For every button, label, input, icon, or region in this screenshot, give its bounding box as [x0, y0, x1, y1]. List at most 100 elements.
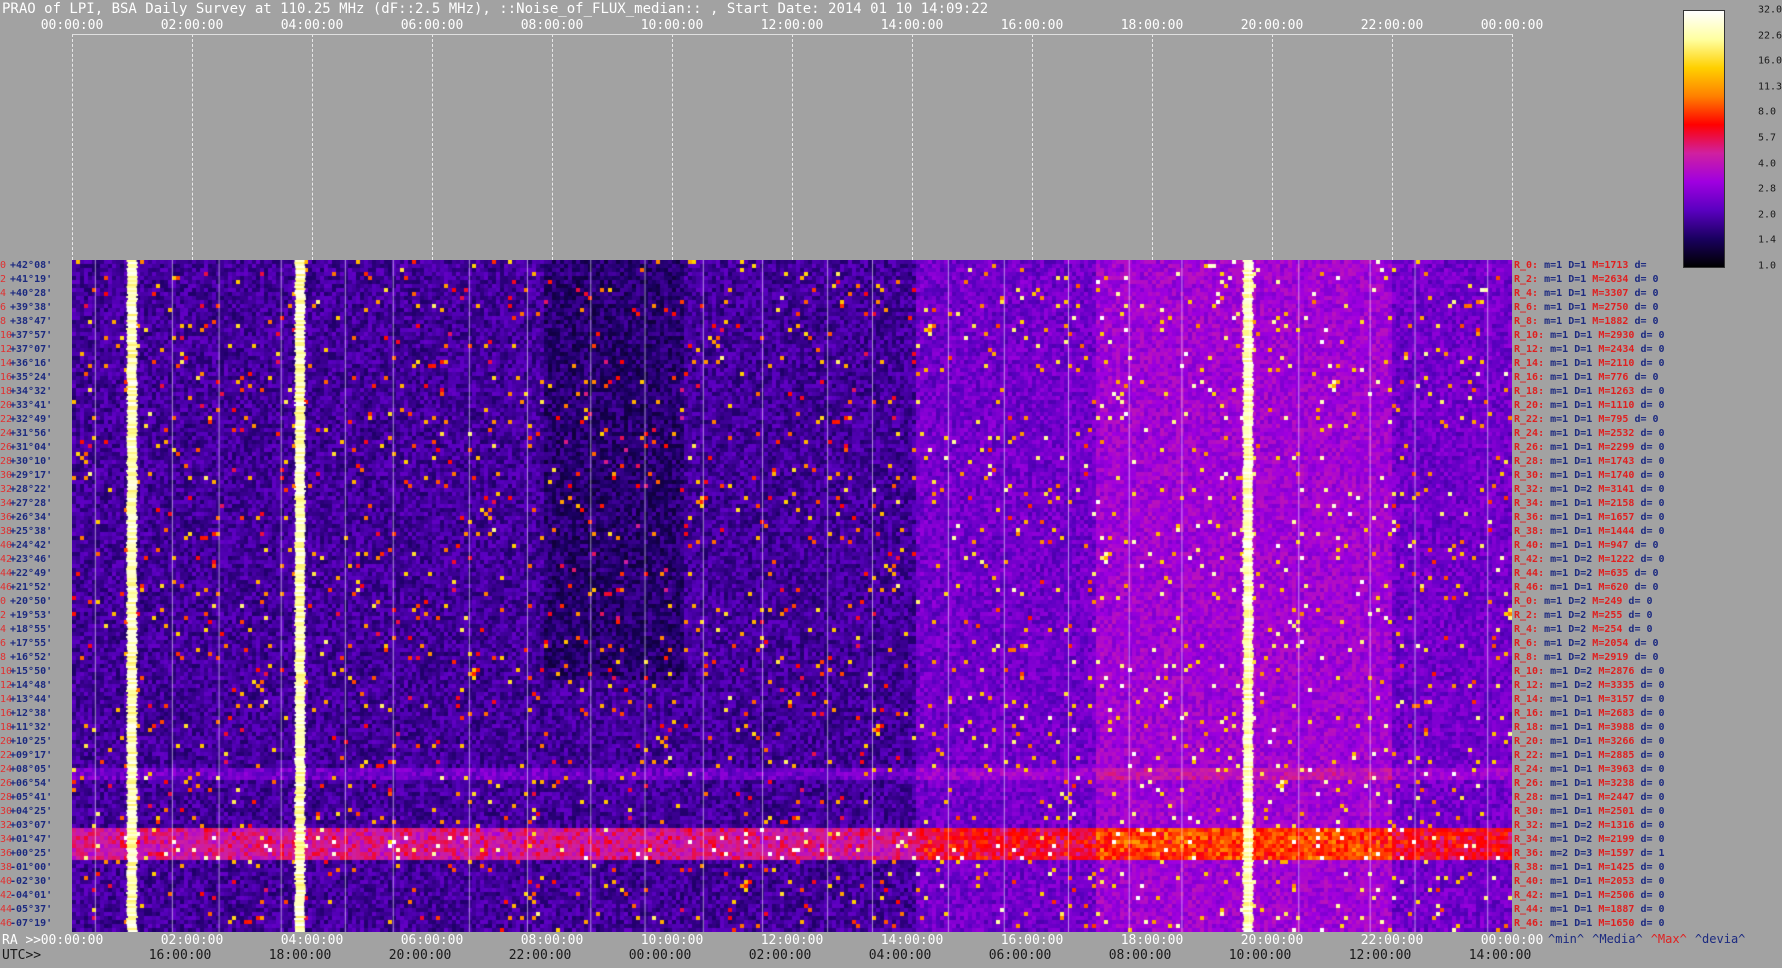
- declination-value: -02°30': [10, 876, 53, 887]
- declination-label: 40-02°30': [0, 876, 52, 888]
- row-stat: R_8: m=1 D=1 M=1882 d= 0: [1514, 316, 1659, 330]
- row-stat-id: R_20:: [1514, 736, 1545, 747]
- row-stat-median: D=1: [1568, 694, 1593, 705]
- row-stat-median: D=2: [1568, 484, 1593, 495]
- row-stat-id: R_28:: [1514, 792, 1545, 803]
- declination-index: 18: [0, 386, 13, 397]
- legend-entry: ^Max^: [1650, 932, 1687, 946]
- row-stat-max: M=2634: [1586, 274, 1629, 285]
- row-stat: R_28: m=1 D=1 M=2447 d= 0: [1514, 792, 1665, 806]
- row-stat: R_40: m=1 D=1 M=2053 d= 0: [1514, 876, 1665, 890]
- top-tick-label: 14:00:00: [880, 18, 944, 33]
- row-stat-min: m=1: [1538, 316, 1563, 327]
- row-stat-id: R_22:: [1514, 750, 1545, 761]
- row-stat-min: m=1: [1544, 694, 1569, 705]
- colorbar-tick-label: 11.3: [1758, 81, 1782, 93]
- row-stat-min: m=1: [1544, 722, 1569, 733]
- row-stat-devia: d= 0: [1634, 750, 1665, 761]
- declination-label: 32+28°22': [0, 484, 52, 496]
- row-stat-id: R_16:: [1514, 372, 1545, 383]
- colorbar: [1683, 10, 1725, 268]
- row-stat-devia: d= 0: [1634, 736, 1665, 747]
- row-stat-median: D=1: [1568, 708, 1593, 719]
- row-stat-devia: d= 0: [1634, 876, 1665, 887]
- colorbar-tick-label: 8.0: [1758, 106, 1777, 118]
- declination-label: 38+25°38': [0, 526, 52, 538]
- row-stat-min: m=1: [1538, 302, 1563, 313]
- declination-label: 0 +20°50': [0, 596, 52, 608]
- row-stat-id: R_2:: [1514, 610, 1539, 621]
- row-stat-id: R_38:: [1514, 862, 1545, 873]
- declination-index: 34: [0, 834, 13, 845]
- declination-label: 42-04°01': [0, 890, 52, 902]
- grid-line: [72, 34, 1512, 35]
- declination-index: 14: [0, 358, 13, 369]
- row-stat: R_36: m=1 D=1 M=1657 d= 0: [1514, 512, 1665, 526]
- declination-label: 26+31°04': [0, 442, 52, 454]
- row-stats-labels: R_0: m=1 D=1 M=1713 d= R_2: m=1 D=1 M=263…: [1514, 260, 1782, 932]
- row-stat-max: M=3335: [1592, 680, 1635, 691]
- row-stat: R_30: m=1 D=1 M=2501 d= 0: [1514, 806, 1665, 820]
- top-tick-label: 04:00:00: [280, 18, 344, 33]
- declination-value: +30°10': [10, 456, 53, 467]
- row-stat-max: M=2199: [1592, 834, 1635, 845]
- declination-index: 16: [0, 708, 13, 719]
- row-stat-devia: d= 0: [1634, 918, 1665, 929]
- declination-index: 2: [0, 610, 7, 621]
- row-stat-min: m=1: [1544, 540, 1569, 551]
- row-stat-min: m=1: [1538, 652, 1563, 663]
- row-stat-id: R_42:: [1514, 554, 1545, 565]
- row-stat-min: m=1: [1544, 330, 1569, 341]
- row-stat-devia: d= 0: [1634, 386, 1665, 397]
- row-stat-median: D=1: [1568, 456, 1593, 467]
- row-stat-median: D=1: [1568, 778, 1593, 789]
- row-stat-median: D=1: [1568, 764, 1593, 775]
- row-stat-devia: d= 0: [1634, 862, 1665, 873]
- utc-tick-label: 22:00:00: [508, 948, 572, 963]
- row-stat-min: m=1: [1544, 708, 1569, 719]
- colorbar-tick-label: 22.6: [1758, 30, 1782, 42]
- grid-line: [1512, 34, 1513, 260]
- declination-label: 30+29°17': [0, 470, 52, 482]
- declination-label: 46-07°19': [0, 918, 52, 930]
- row-stat-min: m=1: [1538, 274, 1563, 285]
- row-stat: R_8: m=1 D=2 M=2919 d= 0: [1514, 652, 1659, 666]
- utc-tick-label: 02:00:00: [748, 948, 812, 963]
- declination-index: 34: [0, 498, 13, 509]
- row-stat-median: D=2: [1568, 820, 1593, 831]
- row-stat-min: m=1: [1538, 596, 1563, 607]
- declination-label: 2 +41°19': [0, 274, 52, 286]
- row-stat-id: R_32:: [1514, 484, 1545, 495]
- row-stat-devia: d= 0: [1634, 442, 1665, 453]
- declination-value: +26°34': [10, 512, 53, 523]
- row-stat-min: m=1: [1544, 344, 1569, 355]
- declination-label: 16+12°38': [0, 708, 52, 720]
- row-stat-max: M=2501: [1592, 806, 1635, 817]
- top-tick-label: 06:00:00: [400, 18, 464, 33]
- row-stat-devia: d= 0: [1634, 792, 1665, 803]
- row-stat-max: M=3307: [1586, 288, 1629, 299]
- declination-value: +15°50': [10, 666, 53, 677]
- row-stat-id: R_18:: [1514, 386, 1545, 397]
- row-stat-id: R_24:: [1514, 428, 1545, 439]
- declination-index: 10: [0, 666, 13, 677]
- row-stat-max: M=776: [1592, 372, 1629, 383]
- row-stat-devia: d= 0: [1634, 890, 1665, 901]
- declination-value: +01°47': [10, 834, 53, 845]
- chart-title: PRAO of LPI, BSA Daily Survey at 110.25 …: [2, 1, 989, 17]
- row-stat-max: M=2110: [1592, 358, 1635, 369]
- row-stat-devia: d= 0: [1634, 554, 1665, 565]
- row-stat: R_24: m=1 D=1 M=2532 d= 0: [1514, 428, 1665, 442]
- row-stat-median: D=1: [1568, 428, 1593, 439]
- row-stat-min: m=1: [1544, 442, 1569, 453]
- row-stat-median: D=2: [1562, 596, 1587, 607]
- row-stat: R_4: m=1 D=2 M=254 d= 0: [1514, 624, 1653, 638]
- utc-tick-label: 16:00:00: [148, 948, 212, 963]
- row-stat-max: M=1110: [1592, 400, 1635, 411]
- ra-tick-label: 02:00:00: [160, 933, 224, 948]
- ra-tick-label: 08:00:00: [520, 933, 584, 948]
- row-stat-devia: d= 0: [1634, 806, 1665, 817]
- declination-label: 24+31°56': [0, 428, 52, 440]
- ra-tick-label: 00:00:00: [40, 933, 104, 948]
- colorbar-tick-label: 5.7: [1758, 132, 1777, 144]
